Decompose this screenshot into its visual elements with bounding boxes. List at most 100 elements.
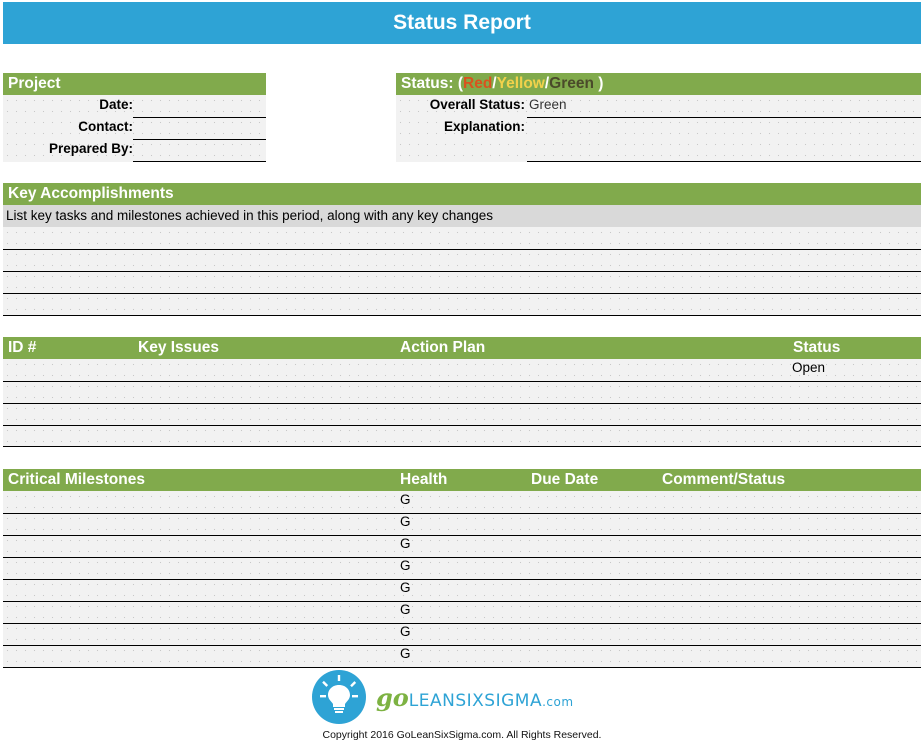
issue-status-cell[interactable]: [792, 426, 917, 446]
status-heading-green: Green: [549, 75, 594, 92]
comment-cell[interactable]: [662, 624, 917, 644]
health-cell[interactable]: G: [400, 624, 525, 644]
accomplishment-row[interactable]: [6, 271, 918, 292]
overall-status-label: Overall Status:: [429, 97, 525, 112]
row-divider: [3, 446, 921, 447]
date-underline: [133, 117, 266, 118]
comment-cell[interactable]: [662, 558, 917, 578]
milestone-cell[interactable]: [7, 558, 392, 578]
issue-cell[interactable]: [138, 426, 393, 446]
comment-cell[interactable]: [662, 514, 917, 534]
accomplishment-row[interactable]: [6, 249, 918, 270]
contact-field[interactable]: [137, 119, 266, 137]
accomplishments-section-header: Key Accomplishments: [3, 183, 921, 205]
overall-status-underline: [527, 117, 921, 118]
issue-id-cell[interactable]: [7, 360, 132, 380]
milestones-table: GGGGGGGG: [3, 491, 921, 668]
milestone-cell[interactable]: [7, 580, 392, 600]
company-logo: goLEANSIXSIGMA.com: [312, 670, 574, 724]
prepared-by-label: Prepared By:: [48, 141, 133, 156]
due-date-cell[interactable]: [531, 580, 656, 600]
copyright-notice: Copyright 2016 GoLeanSixSigma.com. All R…: [322, 729, 602, 741]
brand-go: go: [376, 682, 409, 712]
due-date-cell[interactable]: [531, 558, 656, 578]
milestone-cell[interactable]: [7, 514, 392, 534]
date-label: Date:: [99, 97, 133, 112]
health-cell[interactable]: G: [400, 558, 525, 578]
column-header-status: Status: [793, 339, 841, 356]
issue-status-cell[interactable]: [792, 382, 917, 402]
health-cell[interactable]: G: [400, 514, 525, 534]
column-header-comment-status: Comment/Status: [662, 471, 786, 488]
due-date-cell[interactable]: [531, 536, 656, 556]
issue-id-cell[interactable]: [7, 382, 132, 402]
date-field[interactable]: [137, 97, 266, 115]
explanation-underline: [527, 161, 921, 162]
health-cell[interactable]: G: [400, 602, 525, 622]
column-header-health: Health: [400, 471, 448, 488]
due-date-cell[interactable]: [531, 514, 656, 534]
action-plan-cell[interactable]: [400, 404, 785, 424]
due-date-cell[interactable]: [531, 646, 656, 666]
issue-id-cell[interactable]: [7, 426, 132, 446]
due-date-cell[interactable]: [531, 602, 656, 622]
explanation-label: Explanation:: [443, 119, 525, 134]
due-date-cell[interactable]: [531, 624, 656, 644]
brand-wordmark: goLEANSIXSIGMA.com: [376, 683, 574, 712]
milestone-cell[interactable]: [7, 646, 392, 666]
issue-cell[interactable]: [138, 382, 393, 402]
accomplishment-row[interactable]: [6, 227, 918, 248]
issue-id-cell[interactable]: [7, 404, 132, 424]
column-header-id: ID #: [8, 339, 37, 356]
accomplishments-list: [3, 227, 921, 316]
status-section: Overall Status: Green Explanation:: [396, 95, 921, 162]
milestone-cell[interactable]: [7, 536, 392, 556]
health-cell[interactable]: G: [400, 646, 525, 666]
brand-tld: .com: [542, 694, 574, 709]
health-cell[interactable]: G: [400, 492, 525, 512]
comment-cell[interactable]: [662, 602, 917, 622]
status-section-header: Status: (Red/Yellow/Green ): [396, 73, 921, 95]
overall-status-field[interactable]: Green: [529, 97, 919, 115]
action-plan-cell[interactable]: [400, 426, 785, 446]
column-header-key-issues: Key Issues: [138, 339, 219, 356]
accomplishments-instruction: List key tasks and milestones achieved i…: [3, 205, 921, 227]
milestones-table-header: Critical Milestones Health Due Date Comm…: [3, 469, 921, 491]
accomplishment-row[interactable]: [6, 293, 918, 314]
row-divider: [3, 315, 921, 316]
status-heading-suffix: ): [593, 75, 604, 92]
lightbulb-icon: [312, 670, 366, 724]
issues-table-header: ID # Key Issues Action Plan Status: [3, 337, 921, 359]
contact-label: Contact:: [78, 119, 133, 134]
comment-cell[interactable]: [662, 646, 917, 666]
comment-cell[interactable]: [662, 492, 917, 512]
milestone-cell[interactable]: [7, 492, 392, 512]
issue-cell[interactable]: [138, 404, 393, 424]
prepared-by-field[interactable]: [137, 141, 266, 159]
comment-cell[interactable]: [662, 536, 917, 556]
contact-underline: [133, 139, 266, 140]
column-header-due-date: Due Date: [531, 471, 599, 488]
issue-cell[interactable]: [138, 360, 393, 380]
project-section-header: Project: [3, 73, 266, 95]
prepared-by-underline: [133, 161, 266, 162]
milestone-cell[interactable]: [7, 624, 392, 644]
health-cell[interactable]: G: [400, 580, 525, 600]
project-section: Date: Contact: Prepared By:: [3, 95, 266, 162]
row-divider: [3, 666, 921, 668]
status-heading-yellow: Yellow: [496, 75, 545, 92]
column-header-action-plan: Action Plan: [400, 339, 486, 356]
due-date-cell[interactable]: [531, 492, 656, 512]
issue-status-cell[interactable]: Open: [792, 360, 917, 380]
issue-status-cell[interactable]: [792, 404, 917, 424]
action-plan-cell[interactable]: [400, 382, 785, 402]
action-plan-cell[interactable]: [400, 360, 785, 380]
comment-cell[interactable]: [662, 580, 917, 600]
explanation-field[interactable]: [529, 119, 919, 159]
health-cell[interactable]: G: [400, 536, 525, 556]
column-header-critical-milestones: Critical Milestones: [8, 471, 145, 488]
milestone-cell[interactable]: [7, 602, 392, 622]
brand-name: LEANSIXSIGMA: [408, 690, 543, 711]
status-heading-prefix: Status: (: [401, 75, 463, 92]
report-title: Status Report: [3, 2, 921, 44]
